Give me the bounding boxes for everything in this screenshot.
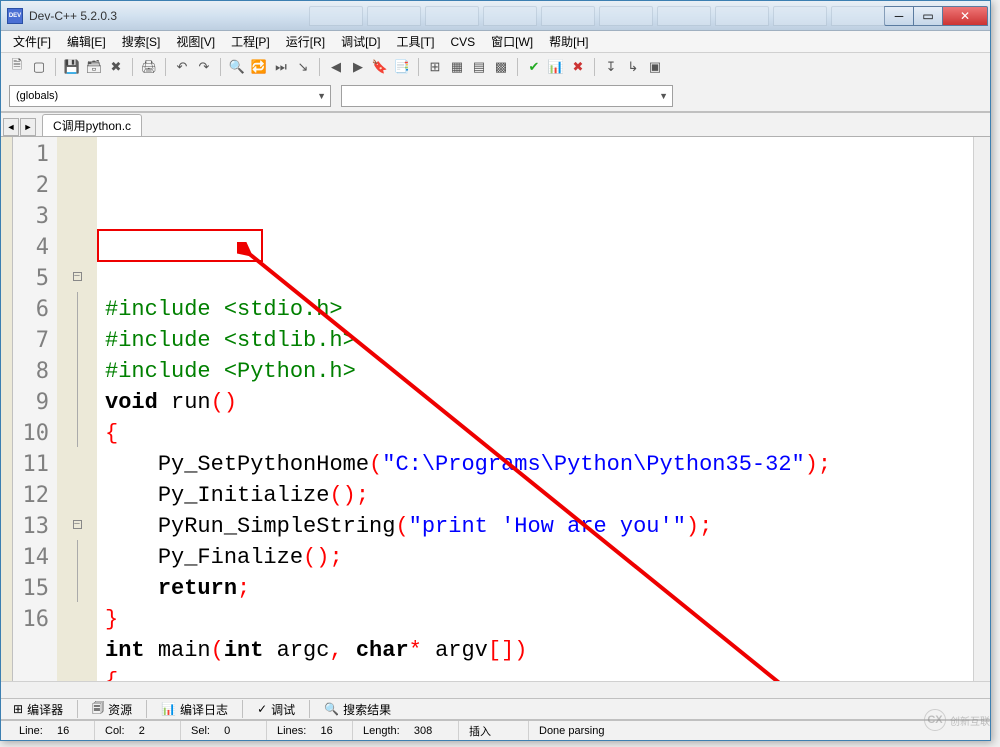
code-line[interactable]: void run() xyxy=(97,387,973,418)
member-combo[interactable] xyxy=(341,85,673,107)
maximize-button[interactable]: ▭ xyxy=(913,6,943,26)
menu-item[interactable]: 帮助[H] xyxy=(541,31,596,52)
status-bar: Line: 16 Col: 2 Sel: 0 Lines: 16 Length:… xyxy=(1,720,990,740)
find-icon[interactable]: 🔍 xyxy=(227,57,247,77)
code-line[interactable]: } xyxy=(97,604,973,635)
goto-icon[interactable]: ↘ xyxy=(293,57,313,77)
bottom-tab[interactable]: 🗐资源 xyxy=(84,697,140,722)
watermark: CX创新互联 xyxy=(924,709,990,731)
horizontal-scrollbar[interactable] xyxy=(1,681,990,698)
tab-next-button[interactable]: ► xyxy=(20,118,36,136)
breakpoint-gutter[interactable] xyxy=(1,137,13,681)
tab-prev-button[interactable]: ◄ xyxy=(3,118,19,136)
menu-item[interactable]: 工具[T] xyxy=(388,31,442,52)
rebuild-icon[interactable]: ▩ xyxy=(491,57,511,77)
menu-item[interactable]: 窗口[W] xyxy=(483,31,541,52)
bottom-tab[interactable]: ⊞编译器 xyxy=(5,699,71,720)
replace-icon[interactable]: 🔁 xyxy=(249,57,269,77)
code-line[interactable]: Py_Initialize(); xyxy=(97,480,973,511)
annotation-box xyxy=(97,229,263,262)
editor: 12345678910111213141516 −− #include <std… xyxy=(1,137,990,681)
redo-icon[interactable]: ↷ xyxy=(194,57,214,77)
app-window: Dev-C++ 5.2.0.3 ─ ▭ ✕ 文件[F]编辑[E]搜索[S]视图[… xyxy=(0,0,991,741)
compile-icon[interactable]: ⊞ xyxy=(425,57,445,77)
code-line[interactable]: #include <stdlib.h> xyxy=(97,325,973,356)
bookmark-icon[interactable]: 🔖 xyxy=(370,57,390,77)
close-button[interactable]: ✕ xyxy=(942,6,988,26)
code-line[interactable]: return; xyxy=(97,573,973,604)
fold-gutter[interactable]: −− xyxy=(57,137,97,681)
code-line[interactable]: Py_Finalize(); xyxy=(97,542,973,573)
profile-icon[interactable]: 📊 xyxy=(546,57,566,77)
code-line[interactable]: { xyxy=(97,666,973,681)
bottom-tab[interactable]: ✓调试 xyxy=(249,699,303,720)
background-tabs xyxy=(309,6,885,26)
tab-icon: 📊 xyxy=(161,702,176,716)
close-file-icon[interactable]: ✖ xyxy=(106,57,126,77)
menu-item[interactable]: 搜索[S] xyxy=(114,31,169,52)
menu-item[interactable]: CVS xyxy=(442,33,483,51)
code-line[interactable]: #include <stdio.h> xyxy=(97,294,973,325)
step-into-icon[interactable]: ↳ xyxy=(623,57,643,77)
menu-item[interactable]: 视图[V] xyxy=(168,31,223,52)
menu-item[interactable]: 文件[F] xyxy=(5,31,59,52)
code-line[interactable]: #include <Python.h> xyxy=(97,356,973,387)
tab-icon: ✓ xyxy=(257,702,267,716)
step-out-icon[interactable]: ▣ xyxy=(645,57,665,77)
toolbar-area: 🗎 ▢ 💾 🗃 ✖ 🖨 ↶ ↷ 🔍 🔁 ⏭ xyxy=(1,53,990,113)
code-line[interactable]: PyRun_SimpleString("print 'How are you'"… xyxy=(97,511,973,542)
line-number-gutter: 12345678910111213141516 xyxy=(13,137,57,681)
menu-item[interactable]: 编辑[E] xyxy=(59,31,114,52)
stop-icon[interactable]: ✖ xyxy=(568,57,588,77)
menu-item[interactable]: 调试[D] xyxy=(333,31,388,52)
menu-item[interactable]: 运行[R] xyxy=(278,31,333,52)
save-all-icon[interactable]: 🗃 xyxy=(84,57,104,77)
new-file-icon[interactable]: 🗎 xyxy=(7,57,27,77)
tab-icon: 🗐 xyxy=(92,699,104,720)
debug-check-icon[interactable]: ✔ xyxy=(524,57,544,77)
bottom-tab[interactable]: 📊编译日志 xyxy=(153,699,236,720)
find-next-icon[interactable]: ⏭ xyxy=(271,57,291,77)
tab-icon: 🔍 xyxy=(324,702,339,716)
window-title: Dev-C++ 5.2.0.3 xyxy=(29,9,309,23)
undo-icon[interactable]: ↶ xyxy=(172,57,192,77)
code-line[interactable]: int main(int argc, char* argv[]) xyxy=(97,635,973,666)
scope-combo[interactable]: (globals) xyxy=(9,85,331,107)
forward-icon[interactable]: ▶ xyxy=(348,57,368,77)
file-tab[interactable]: C调用python.c xyxy=(42,114,142,136)
tab-icon: ⊞ xyxy=(13,702,23,716)
step-over-icon[interactable]: ↧ xyxy=(601,57,621,77)
toolbar-row-1: 🗎 ▢ 💾 🗃 ✖ 🖨 ↶ ↷ 🔍 🔁 ⏭ xyxy=(1,53,990,81)
code-line[interactable]: Py_SetPythonHome("C:\Programs\Python\Pyt… xyxy=(97,449,973,480)
new-project-icon[interactable]: ▢ xyxy=(29,57,49,77)
print-icon[interactable]: 🖨 xyxy=(139,57,159,77)
back-icon[interactable]: ◀ xyxy=(326,57,346,77)
document-tab-strip: ◄ ► C调用python.c xyxy=(1,113,990,137)
code-area[interactable]: #include <stdio.h>#include <stdlib.h>#in… xyxy=(97,137,973,681)
bookmark2-icon[interactable]: 📑 xyxy=(392,57,412,77)
run-icon[interactable]: ▦ xyxy=(447,57,467,77)
title-bar: Dev-C++ 5.2.0.3 ─ ▭ ✕ xyxy=(1,1,990,31)
code-line[interactable]: { xyxy=(97,418,973,449)
compile-run-icon[interactable]: ▤ xyxy=(469,57,489,77)
menu-item[interactable]: 工程[P] xyxy=(223,31,278,52)
minimize-button[interactable]: ─ xyxy=(884,6,914,26)
app-icon xyxy=(7,8,23,24)
bottom-tab[interactable]: 🔍搜索结果 xyxy=(316,699,399,720)
save-icon[interactable]: 💾 xyxy=(62,57,82,77)
bottom-panel-tabs: ⊞编译器 🗐资源 📊编译日志 ✓调试 🔍搜索结果 xyxy=(1,698,990,720)
vertical-scrollbar[interactable] xyxy=(973,137,990,681)
menu-bar: 文件[F]编辑[E]搜索[S]视图[V]工程[P]运行[R]调试[D]工具[T]… xyxy=(1,31,990,53)
